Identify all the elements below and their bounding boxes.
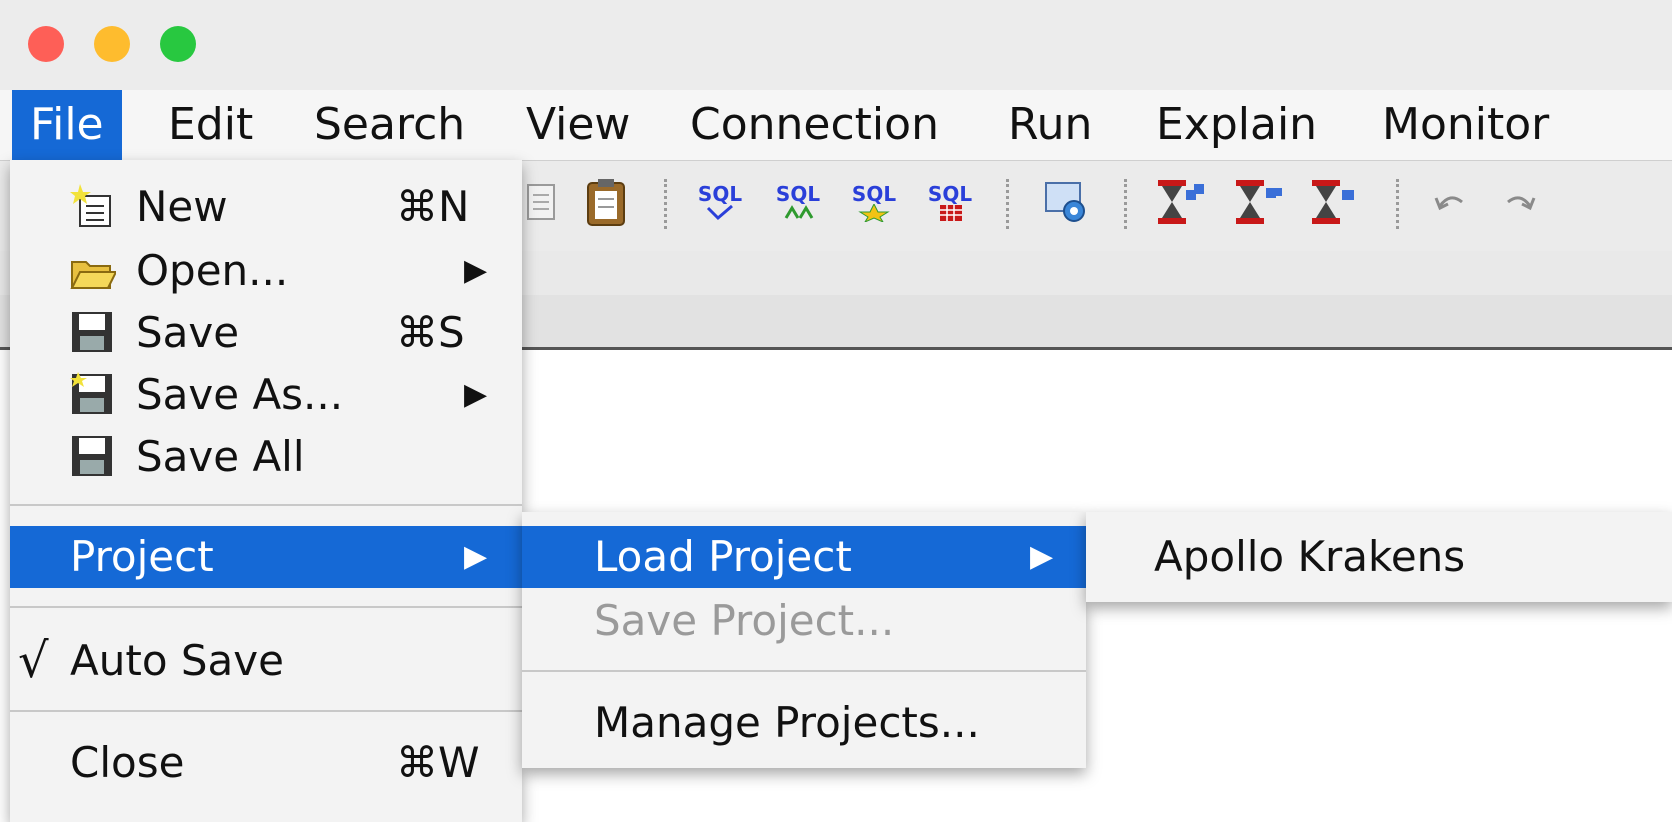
auto-save-label: Auto Save — [70, 636, 284, 685]
project-name-label: Apollo Krakens — [1154, 532, 1466, 581]
save-all-label: Save All — [136, 432, 305, 481]
menu-item-new[interactable]: New ⌘N — [10, 176, 522, 238]
save-project-label: Save Project... — [594, 596, 895, 645]
open-label: Open... — [136, 246, 289, 295]
zoom-window-button[interactable] — [160, 26, 196, 62]
menu-explain[interactable]: Explain — [1138, 90, 1335, 160]
submenu-arrow-icon: ▶ — [464, 253, 488, 288]
copy-icon[interactable] — [520, 175, 560, 231]
save-disk-icon — [70, 310, 116, 356]
explain-plan-3-icon[interactable] — [1304, 175, 1364, 231]
paste-icon[interactable] — [582, 175, 630, 231]
save-as-label: Save As... — [136, 370, 344, 419]
save-all-icon — [70, 434, 116, 480]
explain-plan-2-icon[interactable] — [1228, 175, 1288, 231]
minimize-window-button[interactable] — [94, 26, 130, 62]
load-project-submenu: Apollo Krakens — [1086, 512, 1672, 602]
menu-item-auto-save[interactable]: √ Auto Save — [10, 630, 522, 692]
menu-item-save-as[interactable]: Save As... ▶ — [10, 364, 522, 426]
menu-item-apollo-krakens[interactable]: Apollo Krakens — [1086, 526, 1672, 588]
new-label: New — [136, 182, 228, 231]
sql-grid-icon[interactable]: SQL — [922, 175, 978, 231]
save-as-icon — [70, 372, 116, 418]
toolbar-separator — [1396, 179, 1399, 229]
close-window-button[interactable] — [28, 26, 64, 62]
menu-item-save-all[interactable]: Save All — [10, 426, 522, 488]
menu-bar: File Edit Search View Connection Run Exp… — [0, 90, 1672, 161]
new-shortcut: ⌘N — [396, 182, 470, 231]
open-folder-icon — [70, 248, 118, 294]
new-file-icon — [70, 184, 116, 230]
manage-projects-label: Manage Projects... — [594, 698, 980, 747]
menu-monitor[interactable]: Monitor — [1364, 90, 1567, 160]
close-label: Close — [70, 738, 185, 787]
title-bar — [0, 0, 1672, 90]
file-menu: New ⌘N Open... ▶ Save ⌘S Save As... ▶ Sa… — [10, 160, 522, 822]
save-label: Save — [136, 308, 240, 357]
connection-settings-icon[interactable] — [1036, 175, 1096, 231]
menu-file[interactable]: File — [12, 90, 122, 160]
sql-grid-label: SQL — [927, 182, 973, 206]
menu-edit[interactable]: Edit — [150, 90, 271, 160]
menu-separator — [10, 504, 522, 506]
sql-run-icon[interactable]: SQL — [770, 175, 826, 231]
menu-item-save-project: Save Project... — [522, 590, 1086, 652]
checkmark-icon: √ — [18, 633, 49, 689]
submenu-arrow-icon: ▶ — [464, 539, 488, 574]
menu-item-project[interactable]: Project ▶ — [10, 526, 522, 588]
submenu-arrow-icon: ▶ — [464, 377, 488, 412]
close-shortcut: ⌘W — [396, 738, 480, 787]
sql-run-all-label: SQL — [851, 182, 897, 206]
menu-item-manage-projects[interactable]: Manage Projects... — [522, 692, 1086, 754]
undo-icon[interactable] — [1426, 175, 1474, 231]
menu-item-open[interactable]: Open... ▶ — [10, 240, 522, 302]
redo-icon[interactable] — [1496, 175, 1544, 231]
sql-check-icon[interactable]: SQL — [692, 175, 748, 231]
menu-separator — [10, 710, 522, 712]
project-submenu: Load Project ▶ Save Project... Manage Pr… — [522, 512, 1086, 768]
menu-connection[interactable]: Connection — [672, 90, 957, 160]
toolbar-separator — [1124, 179, 1127, 229]
menu-item-close[interactable]: Close ⌘W — [10, 732, 522, 794]
menu-search[interactable]: Search — [296, 90, 483, 160]
explain-plan-icon[interactable] — [1150, 175, 1210, 231]
menu-separator — [10, 606, 522, 608]
menu-run[interactable]: Run — [990, 90, 1110, 160]
sql-run-all-icon[interactable]: SQL — [846, 175, 902, 231]
menu-item-load-project[interactable]: Load Project ▶ — [522, 526, 1086, 588]
menu-separator — [522, 670, 1086, 672]
toolbar-separator — [1006, 179, 1009, 229]
save-shortcut: ⌘S — [396, 308, 465, 357]
sql-run-label: SQL — [775, 182, 821, 206]
project-label: Project — [70, 532, 214, 581]
sql-check-label: SQL — [697, 182, 743, 206]
toolbar-separator — [664, 179, 667, 229]
menu-view[interactable]: View — [508, 90, 648, 160]
load-project-label: Load Project — [594, 532, 852, 581]
submenu-arrow-icon: ▶ — [1030, 539, 1054, 574]
menu-item-save[interactable]: Save ⌘S — [10, 302, 522, 364]
